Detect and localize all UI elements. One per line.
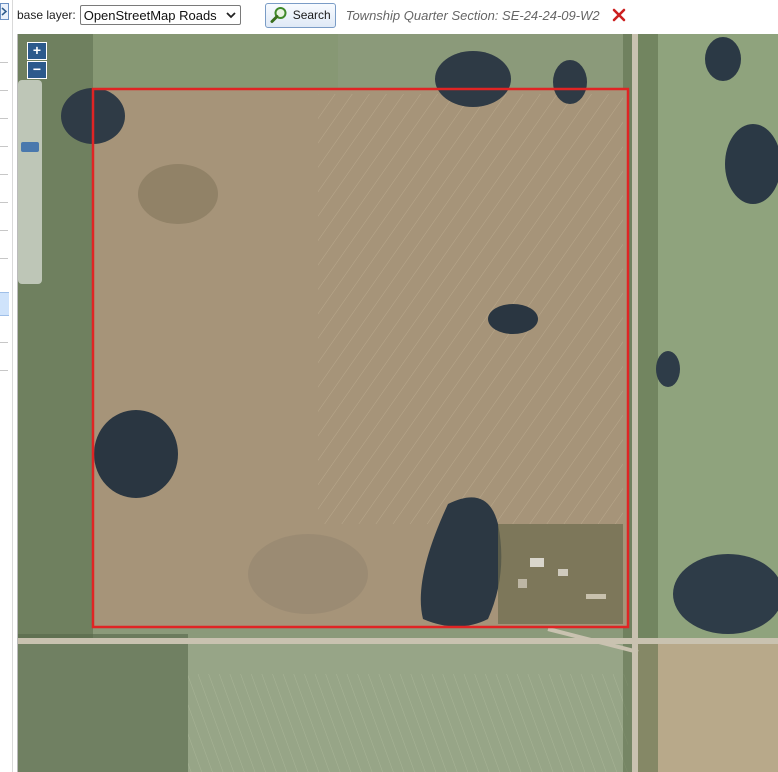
rail-divider [0,62,8,63]
map-toolbar: base layer: OpenStreetMap Roads Search T… [13,0,778,30]
rail-divider [0,258,8,259]
rail-selected-item[interactable] [0,292,9,316]
base-layer-selected-value: OpenStreetMap Roads [83,7,217,23]
rail-divider [0,90,8,91]
rail-divider [0,202,8,203]
map-viewport[interactable]: + − [17,34,778,772]
panel-toggle-button[interactable] [0,3,9,20]
zoom-slider-track[interactable] [18,80,42,284]
rail-divider [0,174,8,175]
rail-divider [0,146,8,147]
rail-divider [0,118,8,119]
rail-divider [0,230,8,231]
base-layer-select[interactable]: OpenStreetMap Roads [79,5,241,25]
base-layer-label: base layer: [17,8,76,22]
search-button-label: Search [292,8,331,22]
aerial-imagery [18,34,778,772]
zoom-control: + − [27,42,47,80]
close-icon[interactable] [612,8,626,22]
left-panel-rail [0,0,13,772]
section-title: Township Quarter Section: SE-24-24-09-W2 [345,7,600,23]
search-button[interactable]: Search [264,2,336,28]
rail-divider [0,370,8,371]
zoom-slider-handle[interactable] [21,142,39,152]
zoom-out-button[interactable]: − [27,61,47,79]
chevron-right-icon [1,7,8,16]
chevron-down-icon [226,12,236,19]
zoom-in-button[interactable]: + [27,42,47,60]
rail-divider [0,342,8,343]
magnifier-icon [270,7,287,23]
